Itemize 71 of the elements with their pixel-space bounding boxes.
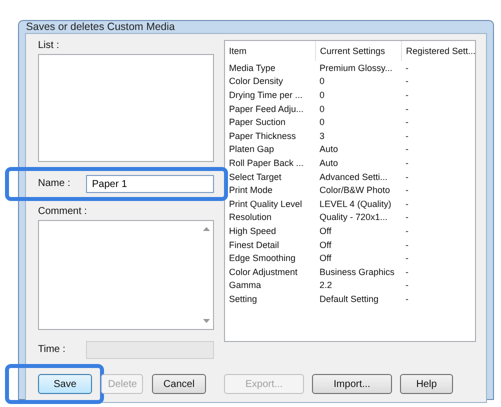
table-cell-text: - [404,198,410,211]
time-label: Time : [38,344,66,356]
table-cell-text: Off [318,224,332,238]
table-cell-text: - [404,170,410,184]
table-cell-text: Paper Feed Adju... [228,102,305,116]
table-cell-text: - [404,224,410,238]
table-cell-text: - [404,266,410,278]
table-cell-text: - [404,156,410,170]
table-cell-text: Drying Time per ... [228,88,304,102]
table-cell-text: Setting [228,292,258,306]
table-cell-text: 0 [318,88,326,102]
table-cell-text: Auto [318,143,340,156]
table-cell-text: - [404,75,410,88]
table-cell: - [402,61,475,75]
name-field[interactable]: Paper 1 [86,175,214,193]
table-cell-text: Print Mode [228,184,274,197]
table-cell-text: High Speed [228,224,278,238]
table-cell-text: 3 [318,130,326,143]
table-cell-text: Off [318,252,332,265]
table-cell-text: - [404,130,410,143]
table-cell-text: Print Quality Level [228,198,304,211]
table-cell: Premium Glossy... [316,61,402,75]
table-cell-text: - [404,102,410,116]
comment-label: Comment : [38,206,88,218]
table-cell: Media Type [225,61,316,75]
comment-field[interactable] [38,220,214,330]
column-header[interactable]: Item [225,41,316,61]
table-cell-text: Resolution [228,211,273,224]
scroll-down-icon[interactable] [202,319,210,323]
table-cell-text: Off [318,238,332,252]
list-label: List : [38,40,60,52]
table-cell-text: Color/B&W Photo [318,184,392,197]
import-button[interactable]: Import... [312,374,392,394]
name-label: Name : [38,178,72,190]
table-cell-text: Roll Paper Back ... [228,156,305,170]
table-cell-text: Auto [318,156,340,170]
table-cell-text: Gamma [228,279,262,292]
table-cell-text: Color Adjustment [228,266,299,278]
column-header[interactable]: Current Settings [316,41,402,61]
table-cell-text: Paper Thickness [228,130,297,143]
list-box[interactable] [38,54,214,162]
table-cell-text: - [404,252,410,265]
table-cell-text: - [404,143,410,156]
window-title: Saves or deletes Custom Media [25,21,176,33]
table-cell-text: Business Graphics [318,266,396,278]
table-cell-text: 0 [318,75,326,88]
cancel-button[interactable]: Cancel [152,374,206,394]
table-cell-text: - [404,238,410,252]
table-cell-text: - [404,116,410,129]
table-cell-text: Advanced Setti... [318,170,389,184]
table-cell-text: - [404,211,410,224]
table-cell-text: - [404,279,410,292]
table-cell-text: LEVEL 4 (Quality) [318,198,392,211]
table-cell-text: 2.2 [318,279,334,292]
save-button[interactable]: Save [38,374,92,394]
help-button[interactable]: Help [400,374,453,394]
table-cell-text: Edge Smoothing [228,252,297,265]
table-cell-text: Finest Detail [228,238,280,252]
table-cell-text: Default Setting [318,292,380,306]
table-cell-text: - [404,88,410,102]
table-cell-text: 0 [318,102,326,116]
table-cell-text: - [404,184,410,197]
table-cell-text: 0 [318,116,326,129]
table-cell-text: Paper Suction [228,116,287,129]
table-cell-text: Quality - 720x1... [318,211,389,224]
column-header[interactable]: Registered Sett... [402,41,475,61]
table-cell-text: Color Density [228,75,284,88]
table-cell-text: Select Target [228,170,282,184]
scroll-up-icon[interactable] [202,227,210,231]
table-cell-text: - [404,292,410,306]
table-cell-text: Platen Gap [228,143,276,156]
